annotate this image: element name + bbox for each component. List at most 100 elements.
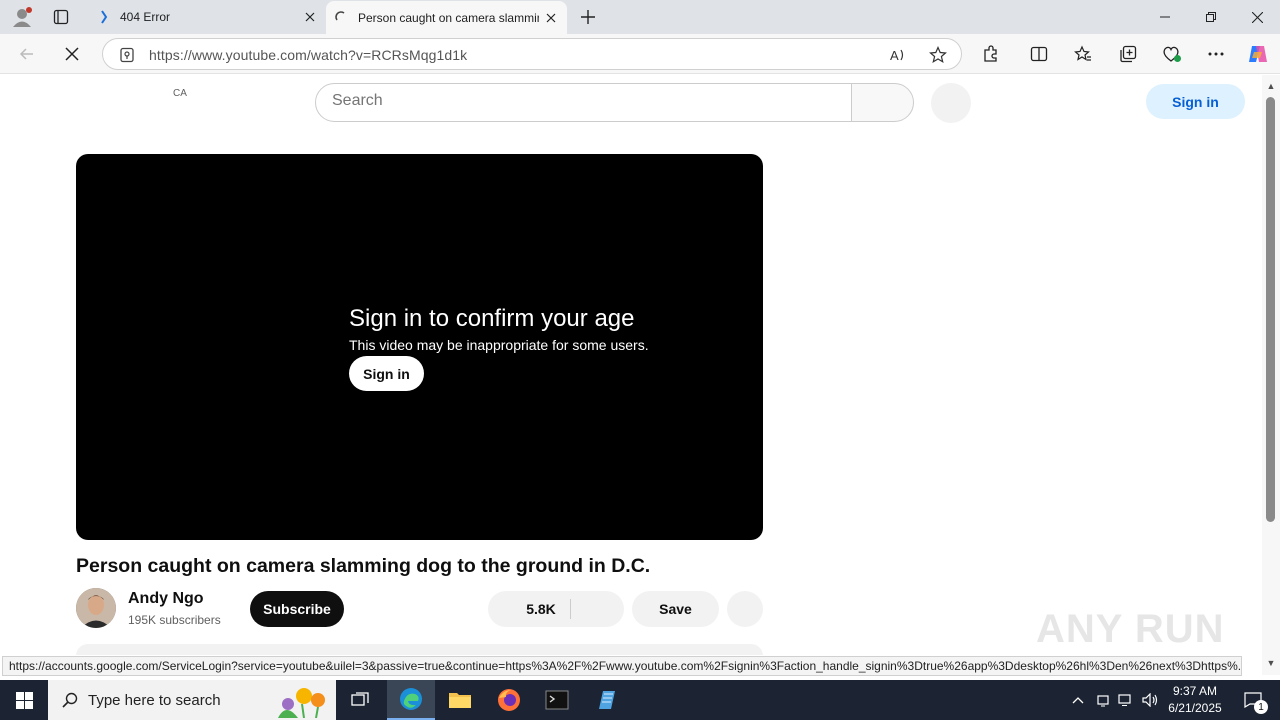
favorite-star-icon[interactable]	[929, 46, 947, 64]
voice-search-button[interactable]	[931, 83, 971, 123]
video-player[interactable]: Sign in to confirm your age This video m…	[76, 154, 763, 540]
tab-title: 404 Error	[120, 10, 171, 24]
back-button[interactable]	[12, 39, 42, 69]
channel-name[interactable]: Andy Ngo	[128, 590, 204, 608]
taskbar-search-placeholder: Type here to search	[88, 691, 221, 709]
like-dislike-group: 5.8K	[488, 591, 624, 627]
settings-menu-button[interactable]	[1201, 39, 1231, 69]
more-horizontal-icon	[1208, 52, 1224, 56]
puzzle-icon	[984, 45, 997, 62]
restore-button[interactable]	[1188, 0, 1234, 34]
close-window-button[interactable]	[1234, 0, 1280, 34]
tab-youtube-video[interactable]: Person caught on camera slamming dog to …	[326, 1, 567, 35]
address-bar[interactable]: https://www.youtube.com/watch?v=RCRsMqg1…	[102, 38, 962, 70]
start-button[interactable]	[0, 680, 48, 720]
sign-in-button[interactable]: Sign in	[1146, 84, 1245, 119]
favorites-icon	[1074, 45, 1091, 61]
tab-404-error[interactable]: 404 Error	[88, 0, 326, 34]
profile-button[interactable]	[8, 4, 36, 30]
search-box[interactable]	[315, 83, 852, 122]
taskbar-clock[interactable]: 9:37 AM 6/21/2025	[1160, 683, 1230, 717]
network-tray-button[interactable]	[1116, 680, 1136, 720]
edge-icon	[400, 688, 422, 710]
scrollbar-thumb[interactable]	[1266, 97, 1275, 522]
scroll-up-arrow-icon[interactable]: ▲	[1265, 81, 1277, 91]
age-gate-sign-in-button[interactable]: Sign in	[349, 356, 424, 391]
task-view-icon	[351, 692, 369, 706]
search-button[interactable]	[851, 83, 914, 122]
device-icon	[1097, 695, 1109, 707]
browser-toolbar: https://www.youtube.com/watch?v=RCRsMqg1…	[0, 34, 1280, 74]
subscribe-button[interactable]: Subscribe	[250, 591, 344, 627]
url-text: https://www.youtube.com/watch?v=RCRsMqg1…	[149, 47, 468, 63]
age-gate-title: Sign in to confirm your age	[349, 305, 635, 332]
firefox-button[interactable]	[485, 680, 533, 720]
device-tray-button[interactable]	[1093, 680, 1113, 720]
close-tab-icon[interactable]	[298, 5, 322, 29]
restore-icon	[1206, 12, 1216, 22]
clock-date: 6/21/2025	[1168, 701, 1222, 715]
chevron-up-icon	[1072, 697, 1084, 704]
like-divider	[570, 599, 571, 619]
terminal-button[interactable]	[533, 680, 581, 720]
network-icon	[1118, 694, 1131, 706]
search-icon	[62, 692, 78, 708]
notepad-icon	[599, 691, 615, 709]
file-explorer-button[interactable]	[436, 680, 484, 720]
like-button[interactable]: 5.8K	[488, 591, 594, 627]
split-screen-button[interactable]	[1024, 39, 1054, 69]
page-viewport: CA Sign in Sign in to confirm your age T…	[0, 75, 1262, 655]
copilot-button[interactable]	[1243, 39, 1273, 69]
minimize-button[interactable]	[1142, 0, 1188, 34]
tab-strip: 404 Error Person caught on camera slammi…	[0, 0, 1280, 35]
flowers-decoration-icon	[278, 688, 325, 718]
taskbar-search-box[interactable]: Type here to search	[48, 680, 336, 720]
description-box[interactable]	[76, 644, 763, 655]
close-icon	[1251, 11, 1263, 23]
stop-loading-button[interactable]	[57, 39, 87, 69]
windows-taskbar: Type here to search 9:37 AM 6/21/2025 1	[0, 680, 1280, 720]
tabs-icon	[53, 9, 69, 25]
close-tab-icon[interactable]	[539, 6, 563, 30]
extensions-button[interactable]	[976, 39, 1006, 69]
profile-icon	[13, 7, 32, 27]
collections-button[interactable]	[1113, 39, 1143, 69]
firefox-icon	[498, 689, 520, 711]
more-actions-button[interactable]	[727, 591, 763, 627]
search-input[interactable]	[332, 92, 832, 110]
anyrun-watermark: ANY RUN	[1036, 607, 1225, 651]
status-bar-link: https://accounts.google.com/ServiceLogin…	[2, 656, 1242, 676]
show-hidden-icons-button[interactable]	[1068, 680, 1088, 720]
new-tab-button[interactable]	[576, 4, 600, 30]
channel-avatar[interactable]	[76, 588, 116, 628]
collections-icon	[1120, 45, 1137, 63]
task-view-button[interactable]	[336, 680, 384, 720]
minimize-icon	[1160, 16, 1170, 18]
notepad-button[interactable]	[582, 680, 630, 720]
browser-essentials-button[interactable]	[1157, 39, 1187, 69]
avatar-portrait-icon	[76, 588, 116, 628]
site-info-icon	[120, 47, 134, 63]
close-icon	[65, 47, 79, 61]
windows-logo-icon	[15, 691, 33, 709]
terminal-icon	[545, 690, 569, 710]
page-scrollbar[interactable]: ▲ ▼	[1262, 75, 1280, 675]
notification-center-button[interactable]: 1	[1236, 680, 1270, 720]
page-favicon-icon	[96, 9, 112, 25]
save-button[interactable]: Save	[632, 591, 719, 627]
country-code: CA	[173, 88, 187, 99]
heart-shield-icon	[1163, 46, 1181, 62]
video-title: Person caught on camera slamming dog to …	[76, 555, 651, 577]
edge-taskbar-button[interactable]	[387, 680, 435, 720]
clock-time: 9:37 AM	[1172, 684, 1218, 698]
age-gate-subtitle: This video may be inappropriate for some…	[349, 337, 649, 353]
speaker-icon	[1142, 693, 1158, 707]
read-aloud-icon[interactable]: A	[889, 46, 907, 64]
tab-actions-button[interactable]	[48, 4, 74, 30]
favorites-button[interactable]	[1068, 39, 1098, 69]
copilot-icon	[1249, 46, 1267, 62]
split-screen-icon	[1030, 46, 1048, 62]
notification-count-badge: 1	[1254, 700, 1268, 714]
scroll-down-arrow-icon[interactable]: ▼	[1265, 658, 1277, 668]
volume-tray-button[interactable]	[1140, 680, 1162, 720]
